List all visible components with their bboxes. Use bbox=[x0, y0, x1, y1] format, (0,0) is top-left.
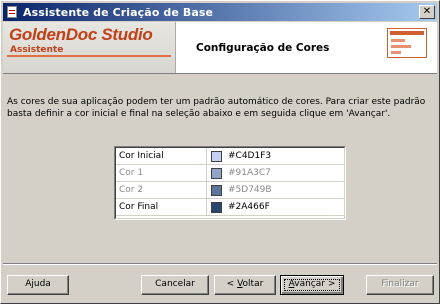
document-illustration-icon bbox=[387, 28, 427, 58]
color-hex: #5D749B bbox=[228, 185, 272, 195]
app-icon bbox=[5, 5, 19, 19]
wizard-window: Assistente de Criação de Base ✕ GoldenDo… bbox=[0, 0, 440, 304]
close-button[interactable]: ✕ bbox=[419, 5, 435, 19]
description-text: As cores de sua aplicação podem ter um p… bbox=[7, 97, 426, 119]
color-label: Cor Inicial bbox=[119, 151, 164, 161]
color-hex: #2A466F bbox=[228, 202, 270, 212]
color-label: Cor 1 bbox=[119, 168, 144, 178]
finish-button: Finalizar bbox=[366, 275, 434, 295]
color-label: Cor Final bbox=[119, 202, 159, 212]
color-hex: #91A3C7 bbox=[228, 168, 271, 178]
title-bar[interactable]: Assistente de Criação de Base ✕ bbox=[3, 3, 437, 21]
back-label: oltar bbox=[242, 279, 264, 289]
next-label: vançar > bbox=[294, 279, 336, 289]
cancel-label: Cancelar bbox=[155, 279, 195, 289]
help-button[interactable]: Ajuda bbox=[7, 275, 69, 295]
color-swatch bbox=[211, 168, 222, 179]
next-label-wrap: Avançar > bbox=[289, 279, 336, 289]
color-row-final[interactable]: Cor Final #2A466F bbox=[116, 199, 344, 216]
logo-text: GoldenDoc Studio bbox=[9, 25, 153, 44]
logo: GoldenDoc Studio Assistente bbox=[3, 22, 175, 73]
back-button[interactable]: < Voltar bbox=[214, 275, 276, 295]
color-label: Cor 2 bbox=[119, 185, 144, 195]
color-hex: #C4D1F3 bbox=[228, 151, 272, 161]
color-row-1: Cor 1 #91A3C7 bbox=[116, 165, 344, 182]
next-button[interactable]: Avançar > bbox=[280, 275, 344, 295]
color-list: Cor Inicial #C4D1F3 Cor 1 #91A3C7 Cor 2 … bbox=[114, 146, 346, 220]
color-swatch[interactable] bbox=[211, 202, 222, 213]
close-icon: ✕ bbox=[422, 6, 432, 17]
cancel-button[interactable]: Cancelar bbox=[141, 275, 209, 295]
page-title: Configuração de Cores bbox=[196, 42, 330, 54]
logo-underline bbox=[7, 55, 171, 57]
color-swatch[interactable] bbox=[211, 151, 222, 162]
color-row-2: Cor 2 #5D749B bbox=[116, 182, 344, 199]
color-row-initial[interactable]: Cor Inicial #C4D1F3 bbox=[116, 148, 344, 165]
button-separator bbox=[3, 263, 437, 265]
color-swatch bbox=[211, 185, 222, 196]
header-banner: GoldenDoc Studio Assistente Configuração… bbox=[3, 22, 437, 74]
banner-divider bbox=[175, 22, 176, 73]
help-label: Ajuda bbox=[25, 279, 51, 289]
window-title: Assistente de Criação de Base bbox=[23, 5, 214, 19]
finish-label: Finalizar bbox=[381, 279, 419, 289]
back-prefix: < bbox=[226, 279, 238, 289]
logo-subtext: Assistente bbox=[10, 45, 64, 55]
